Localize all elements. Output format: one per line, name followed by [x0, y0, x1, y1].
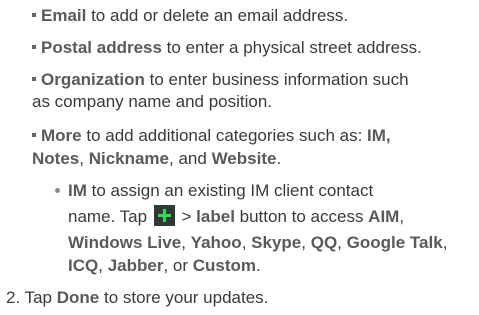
- sub-item-im-2: name. Tap > label button to access AIM,: [68, 205, 405, 228]
- more-desc-2: Notes, Nickname, and Website.: [32, 148, 281, 170]
- windows-live-term: Windows Live: [68, 233, 182, 252]
- qq-term: QQ: [310, 233, 338, 252]
- skype-term: Skype: [251, 233, 302, 252]
- yahoo-term: Yahoo: [190, 233, 242, 252]
- access-text: button to access: [234, 207, 369, 226]
- bullet-icon: [32, 132, 36, 137]
- sub-item-im-4: ICQ, Jabber, or Custom.: [68, 255, 261, 277]
- nickname-term: Nickname: [88, 149, 170, 168]
- jabber-term: Jabber: [107, 256, 164, 275]
- separator: ,: [301, 233, 306, 252]
- separator: ,: [98, 256, 103, 275]
- im-term: IM,: [367, 126, 391, 145]
- bullet-icon: [32, 76, 36, 81]
- im-sub-desc: to assign an existing IM client contact: [86, 181, 374, 200]
- add-plus-icon: [153, 205, 175, 227]
- icq-term: ICQ: [68, 256, 99, 275]
- list-item-postal: Postal address to enter a physical stree…: [32, 37, 422, 59]
- email-desc: to add or delete an email address.: [86, 6, 349, 25]
- step-text: Tap: [20, 288, 57, 307]
- separator: ,: [337, 233, 342, 252]
- done-term: Done: [56, 288, 100, 307]
- email-term: Email: [41, 6, 87, 25]
- step-2: 2. Tap Done to store your updates.: [6, 287, 268, 309]
- separator: ,: [442, 233, 448, 252]
- label-term: label: [196, 207, 235, 226]
- custom-term: Custom: [192, 256, 257, 275]
- period: .: [276, 149, 282, 168]
- separator: , or: [163, 256, 193, 275]
- step-number: 2.: [6, 288, 21, 307]
- sub-bullet-icon: [55, 188, 60, 193]
- sub-item-im-1: IM to assign an existing IM client conta…: [68, 180, 373, 202]
- period: .: [256, 256, 261, 275]
- bullet-icon: [32, 44, 36, 49]
- organization-desc-2: as company name and position.: [32, 92, 273, 111]
- list-item-more: More to add additional categories such a…: [32, 125, 391, 147]
- more-desc: to add additional categories such as:: [81, 126, 368, 145]
- separator: , and: [169, 149, 212, 168]
- im-sub-term: IM: [68, 181, 87, 200]
- step-text: to store your updates.: [99, 288, 269, 307]
- list-item-organization: Organization to enter business informati…: [32, 69, 409, 91]
- tap-text: name. Tap: [68, 207, 152, 226]
- separator: ,: [241, 233, 247, 252]
- google-talk-term: Google Talk: [346, 233, 443, 252]
- separator: ,: [79, 149, 89, 168]
- organization-term: Organization: [41, 70, 145, 89]
- sub-item-im-3: Windows Live, Yahoo, Skype, QQ, Google T…: [68, 232, 447, 254]
- more-term: More: [41, 126, 82, 145]
- list-item-email: Email to add or delete an email address.: [32, 5, 348, 27]
- organization-desc-1: to enter business information such: [144, 70, 409, 89]
- notes-term: Notes: [32, 149, 80, 168]
- aim-term: AIM: [368, 207, 400, 226]
- bullet-icon: [32, 12, 36, 17]
- postal-desc: to enter a physical street address.: [161, 38, 422, 57]
- separator: ,: [181, 233, 186, 252]
- postal-term: Postal address: [41, 38, 162, 57]
- website-term: Website: [211, 149, 277, 168]
- separator: ,: [399, 207, 405, 226]
- chevron-text: >: [176, 207, 197, 226]
